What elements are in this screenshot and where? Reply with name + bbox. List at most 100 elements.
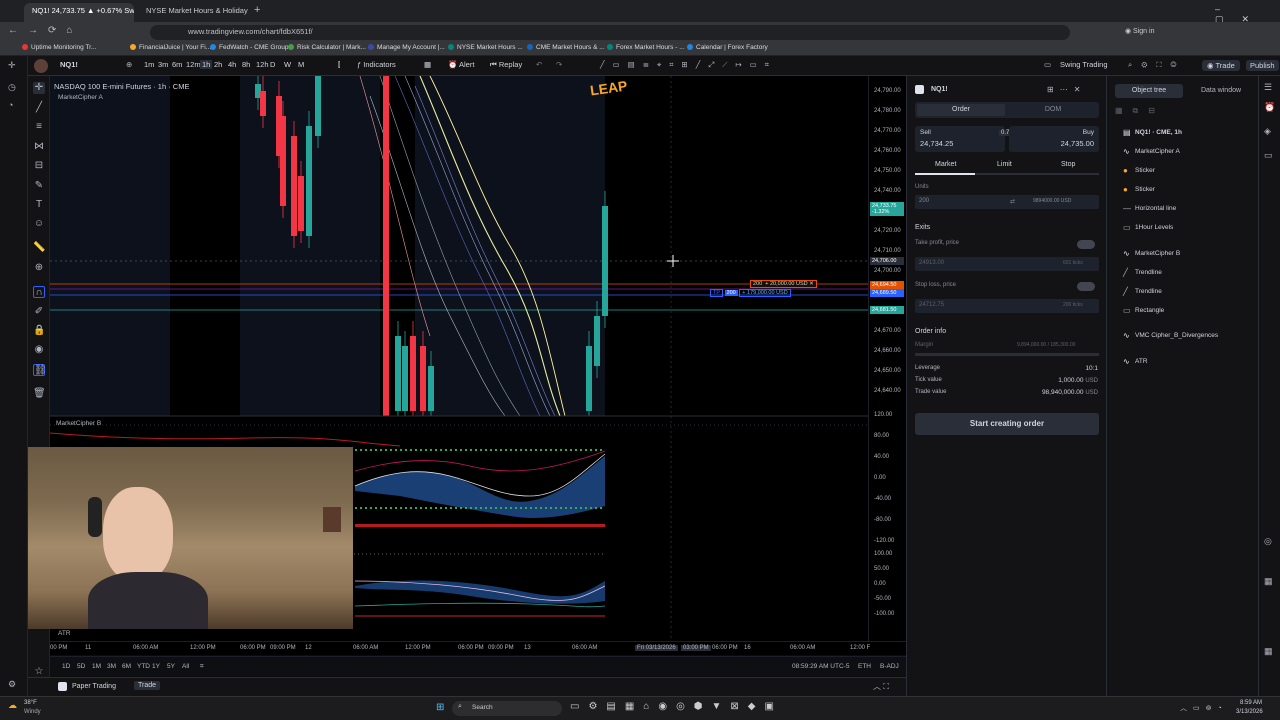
replay-button[interactable]: ⏮ Replay — [490, 60, 522, 70]
drawing-shortcuts[interactable]: ╱▭▤≣⌖⌗⊞╱⤢⟋↦▭⌗ — [600, 60, 777, 70]
order-line-label[interactable]: 200 + 20,000.00 USD ✕ — [750, 280, 817, 288]
alert-button[interactable]: ⏰ Alert — [448, 60, 474, 69]
range-1D[interactable]: 1D — [62, 663, 70, 670]
object-tree-item[interactable]: ∿ ATR — [1107, 357, 1257, 371]
icons-tool-icon[interactable]: ☺ — [33, 218, 45, 230]
chart-type-icon[interactable]: ⫿ — [338, 60, 340, 70]
publish-button[interactable]: Publish — [1246, 60, 1279, 71]
url-field[interactable]: www.tradingview.com/chart/fdbX651f/ — [150, 25, 1070, 40]
interval-3m[interactable]: 3m — [158, 60, 168, 69]
watchlist-icon[interactable]: ☰ — [1264, 82, 1272, 93]
interval-2h[interactable]: 2h — [214, 60, 222, 69]
interval-1m[interactable]: 1m — [144, 60, 154, 69]
atr-label[interactable]: ATR — [58, 630, 71, 637]
range-1M[interactable]: 1M — [92, 663, 101, 670]
crosshair-icon[interactable]: ✛ — [8, 60, 16, 71]
interval-12h[interactable]: 12h — [256, 60, 269, 69]
units-input[interactable]: 200 ⇄ 9894000.00 USD — [915, 195, 1099, 209]
magnet-tool-icon[interactable]: ∩ — [33, 286, 45, 298]
tray-icons[interactable]: ︿▭⊚◔ — [1180, 703, 1228, 713]
taskbar-time[interactable]: 8:59 AM — [1240, 700, 1262, 706]
prediction-tool-icon[interactable]: ⊟ — [33, 160, 45, 172]
range-YTD[interactable]: YTD — [137, 663, 150, 670]
tree-actions[interactable]: ▦⧉⊟ — [1115, 106, 1165, 116]
object-tree-item[interactable]: ╱ Trendline — [1107, 287, 1257, 301]
nav-buttons[interactable]: ←→⟳⌂ — [8, 25, 82, 36]
object-tree-item[interactable]: ∿ VMC Cipher_B_Divergences — [1107, 331, 1257, 345]
tab-object-tree[interactable]: Object tree — [1115, 84, 1183, 98]
price-tag[interactable]: 24,706.00 — [870, 257, 904, 265]
chat-icon[interactable]: ▭ — [1264, 150, 1273, 161]
avatar[interactable] — [34, 59, 48, 73]
browser-tab-nyse[interactable]: NYSE Market Hours & Holiday — [138, 3, 250, 22]
bookmark[interactable]: NYSE Market Hours ... — [448, 44, 523, 51]
new-tab-icon[interactable]: + — [254, 4, 260, 16]
link-icon[interactable]: ⛓ — [33, 364, 47, 376]
object-tree-item[interactable]: ▤ NQ1! · CME, 1h — [1107, 128, 1257, 142]
taskbar-apps[interactable]: ▭⚙▤▦⌂◉◎⬢▼⊠◆▣ — [570, 701, 783, 712]
range-6M[interactable]: 6M — [122, 663, 131, 670]
interval-8h[interactable]: 8h — [242, 60, 250, 69]
interval-6m[interactable]: 6m — [172, 60, 182, 69]
stay-drawing-icon[interactable]: ✐ — [33, 306, 45, 318]
bookmark[interactable]: Forex Market Hours - ... — [607, 44, 685, 51]
range-5Y[interactable]: 5Y — [167, 663, 175, 670]
price-tag[interactable]: 24,694.50 — [870, 281, 904, 289]
price-tag[interactable]: 24,733.75 -1.32% — [870, 202, 904, 216]
start-icon[interactable]: ⊞ — [436, 702, 444, 713]
alerts-icon[interactable]: ◔ — [8, 100, 13, 110]
tab-market[interactable]: Market — [935, 161, 956, 168]
indicators-button[interactable]: ƒ Indicators — [357, 60, 396, 69]
trash-icon[interactable]: 🗑 — [33, 388, 46, 400]
object-tree-item[interactable]: ∿ MarketCipher A — [1107, 147, 1257, 161]
object-tree-item[interactable]: ╱ Trendline — [1107, 268, 1257, 282]
tp-label[interactable]: Take profit, price — [915, 240, 959, 246]
cursor-tool-icon[interactable]: ✛ — [33, 82, 45, 94]
object-tree-item[interactable]: ● Sticker — [1107, 185, 1257, 199]
clock[interactable]: 08:59:29 AM UTC-5 — [792, 663, 849, 670]
toolbar-icons[interactable]: ⌕⚙⛶◎ — [1128, 60, 1185, 70]
interval-W[interactable]: W — [284, 60, 291, 69]
order-symbol[interactable]: NQ1! — [931, 86, 948, 93]
visibility-icon[interactable]: ◉ — [33, 344, 45, 356]
ruler-tool-icon[interactable]: 📏 — [33, 242, 45, 254]
sl-label[interactable]: Stop loss, price — [915, 282, 956, 288]
history-icon[interactable]: ◷ — [8, 82, 16, 93]
sl-toggle[interactable] — [1077, 282, 1095, 291]
tab-limit[interactable]: Limit — [997, 161, 1012, 168]
tab-data-window[interactable]: Data window — [1187, 84, 1255, 98]
layout-icon[interactable]: ▭ — [1044, 60, 1051, 69]
interval-1h[interactable]: 1h — [200, 60, 213, 69]
range-5D[interactable]: 5D — [77, 663, 85, 670]
session-toggle[interactable]: ETH — [858, 663, 871, 670]
symbol-search-button[interactable]: NQ1! — [60, 60, 78, 69]
indicator-b-label[interactable]: MarketCipher B — [56, 420, 101, 427]
paper-trading-tab[interactable]: Paper Trading — [72, 683, 116, 690]
layers-icon[interactable]: ◈ — [1264, 126, 1271, 137]
lock-icon[interactable]: 🔒 — [33, 325, 45, 337]
layout-name-button[interactable]: Swing Trading — [1060, 60, 1108, 69]
tab-order[interactable]: Order — [917, 104, 1005, 116]
brush-tool-icon[interactable]: ✎ — [33, 180, 45, 192]
pattern-tool-icon[interactable]: ⋈ — [33, 141, 45, 153]
object-tree-item[interactable]: ● Sticker — [1107, 166, 1257, 180]
trade-button[interactable]: ◉ Trade — [1202, 60, 1240, 71]
bookmark[interactable]: CME Market Hours & ... — [527, 44, 605, 51]
bookmark[interactable]: Manage My Account |... — [368, 44, 445, 51]
tp-line-label[interactable]: TP 200 + 179,000.00 USD — [710, 289, 791, 297]
collapse-icon[interactable]: ︿ ⛶ — [873, 681, 889, 692]
tab-stop[interactable]: Stop — [1061, 161, 1075, 168]
calendar-icon[interactable]: ▦ — [1264, 576, 1273, 587]
object-tree-item[interactable]: — Horizontal line — [1107, 204, 1257, 218]
bookmark[interactable]: Calendar | Forex Factory — [687, 44, 768, 51]
bookmark[interactable]: FedWatch - CME Group — [210, 44, 288, 51]
object-tree-item[interactable]: ▭ Rectangle — [1107, 306, 1257, 320]
chart-legend[interactable]: NASDAQ 100 E-mini Futures · 1h · CME — [54, 82, 189, 91]
undo-icon[interactable]: ↶ — [536, 60, 542, 69]
target-icon[interactable]: ◎ — [1264, 536, 1272, 547]
indicator-a-label[interactable]: MarketCipher A — [58, 94, 103, 101]
weather-temp[interactable]: 38°F — [24, 700, 37, 706]
interval-M[interactable]: M — [298, 60, 304, 69]
redo-icon[interactable]: ↷ — [556, 60, 562, 69]
range-1Y[interactable]: 1Y — [152, 663, 160, 670]
